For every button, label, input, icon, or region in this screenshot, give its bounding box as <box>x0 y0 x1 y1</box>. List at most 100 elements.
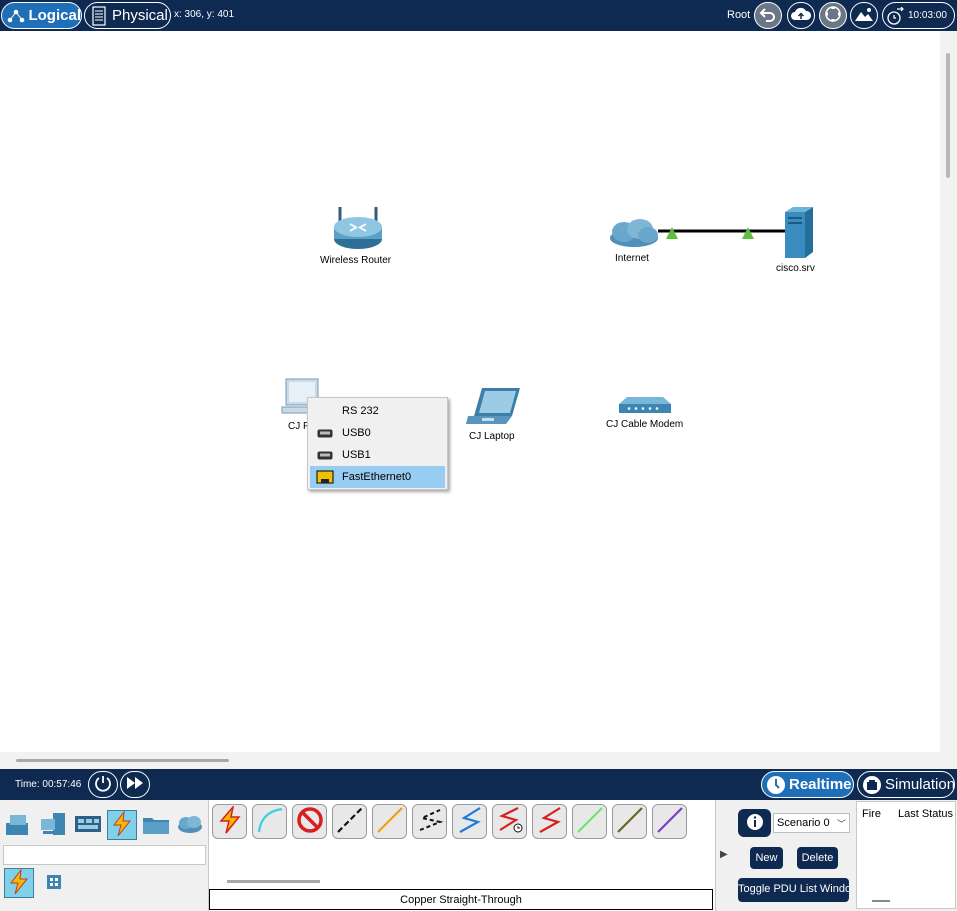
simulation-mode-button[interactable]: Simulation <box>857 771 955 798</box>
back-button[interactable] <box>754 2 782 29</box>
wireless-router-device[interactable] <box>330 205 386 251</box>
usb-port-icon <box>310 451 340 460</box>
end-devices-icon <box>39 811 67 840</box>
horizontal-scroll-thumb[interactable] <box>16 759 229 762</box>
power-cycle-icon <box>93 773 113 796</box>
connections-subcategory[interactable] <box>4 867 34 898</box>
server-device[interactable] <box>783 206 815 258</box>
cable-phone[interactable] <box>452 804 487 839</box>
miscellaneous-category[interactable] <box>141 810 171 840</box>
grid-view-button[interactable] <box>44 873 64 893</box>
components-category[interactable] <box>73 810 103 840</box>
fiber-cable-icon <box>376 806 404 837</box>
port-item-usb0[interactable]: USB0 <box>310 422 445 444</box>
console-cable-icon <box>256 806 284 837</box>
simulation-label: Simulation <box>885 776 956 793</box>
physical-rack-icon <box>89 5 109 26</box>
straight-through-cable-icon <box>336 806 364 837</box>
port-item-rs232[interactable]: RS 232 <box>310 400 445 422</box>
scenario-select[interactable]: Scenario 0 ﹀ <box>773 813 850 833</box>
cable-serial-dce[interactable] <box>492 804 527 839</box>
laptop-label: CJ Laptop <box>469 431 515 442</box>
scenario-panel: Scenario 0 ﹀ New Delete Toggle PDU List … <box>733 800 957 911</box>
power-cycle-button[interactable] <box>88 771 118 798</box>
horizontal-scrollbar[interactable] <box>0 752 940 769</box>
logical-view-button[interactable]: Logical <box>1 2 82 29</box>
toggle-pdu-list-button[interactable]: Toggle PDU List Window <box>738 878 849 902</box>
server-icon <box>785 207 813 258</box>
internet-label: Internet <box>615 253 649 264</box>
grid-icon <box>47 874 61 892</box>
cloud-icon <box>610 219 658 247</box>
multiuser-cloud-category[interactable] <box>175 810 205 840</box>
logical-workspace[interactable]: Wireless Router Internet cisco.srv CJ P <box>0 31 940 752</box>
device-search-field[interactable] <box>3 845 206 865</box>
serial-dte-cable-icon <box>536 806 564 837</box>
background-image-button[interactable] <box>850 2 878 29</box>
navigation-button[interactable] <box>819 2 847 29</box>
cable-copper-cross-over[interactable] <box>412 804 447 839</box>
phone-cable-icon <box>456 806 484 837</box>
realtime-label: Realtime <box>789 776 852 793</box>
back-arrow-icon <box>759 6 777 25</box>
no-entry-icon <box>296 806 324 837</box>
scenario-info-button[interactable] <box>738 809 771 837</box>
logical-view-label: Logical <box>28 7 81 24</box>
cable-console[interactable] <box>252 804 287 839</box>
port-item-usb1[interactable]: USB1 <box>310 444 445 466</box>
pdu-table-scroll-thumb[interactable] <box>872 900 890 902</box>
connection-panel-scroll-thumb[interactable] <box>227 880 320 883</box>
octal-cable-icon <box>576 806 604 837</box>
info-icon <box>745 812 765 835</box>
cable-coaxial[interactable] <box>612 804 647 839</box>
laptop-device[interactable] <box>466 386 522 426</box>
port-context-menu: RS 232 USB0 USB1 FastEthernet0 <box>307 397 448 490</box>
realtime-mode-button[interactable]: Realtime <box>761 771 854 798</box>
simulation-icon <box>862 775 882 795</box>
cable-octal[interactable] <box>572 804 607 839</box>
delete-scenario-button[interactable]: Delete <box>797 847 838 869</box>
root-label: Root <box>727 9 751 21</box>
image-icon <box>854 6 874 25</box>
internet-cloud-device[interactable] <box>608 218 660 248</box>
fast-forward-button[interactable] <box>120 771 150 798</box>
new-scenario-button[interactable]: New <box>750 847 783 869</box>
cable-fiber[interactable] <box>372 804 407 839</box>
automatic-connection-icon <box>217 804 243 837</box>
cloud-upload-icon <box>790 6 812 25</box>
physical-view-button[interactable]: Physical <box>84 2 171 29</box>
link-status-up-icon <box>666 227 678 239</box>
usb-port-icon <box>310 429 340 438</box>
device-type-panel <box>0 800 209 911</box>
chevron-down-icon: ﹀ <box>836 819 846 829</box>
connections-category[interactable] <box>107 809 137 840</box>
server-label: cisco.srv <box>776 263 815 274</box>
cloud-button[interactable] <box>787 2 815 29</box>
column-header-fire: Fire <box>862 808 881 820</box>
cable-usb[interactable] <box>652 804 687 839</box>
selected-connection-label: Copper Straight-Through <box>209 889 713 910</box>
cable-copper-straight-through[interactable] <box>332 804 367 839</box>
physical-view-label: Physical <box>112 7 168 24</box>
coaxial-cable-icon <box>616 806 644 837</box>
link-status-up-icon <box>742 227 754 239</box>
fast-forward-icon <box>125 776 145 793</box>
port-item-fastethernet0[interactable]: FastEthernet0 <box>310 466 445 488</box>
multiuser-cloud-icon <box>176 814 204 837</box>
pdu-list-table: Fire Last Status <box>856 801 956 909</box>
miscellaneous-icon <box>142 813 170 838</box>
expand-panel-toggle[interactable]: ▶ <box>716 800 733 911</box>
network-devices-category[interactable] <box>3 810 33 840</box>
cable-automatic[interactable] <box>212 804 247 839</box>
cross-over-cable-icon <box>416 806 444 837</box>
cable-no-connection[interactable] <box>292 804 327 839</box>
cable-modem-device[interactable] <box>619 395 671 415</box>
network-devices-icon <box>4 811 32 840</box>
clock-display[interactable]: 10:03:00 <box>882 2 955 29</box>
vertical-scroll-thumb[interactable] <box>946 53 950 178</box>
cable-serial-dte[interactable] <box>532 804 567 839</box>
simulation-time: Time: 00:57:46 <box>15 779 82 790</box>
clock-icon <box>886 6 906 25</box>
vertical-scrollbar[interactable] <box>940 31 957 769</box>
end-devices-category[interactable] <box>38 810 68 840</box>
